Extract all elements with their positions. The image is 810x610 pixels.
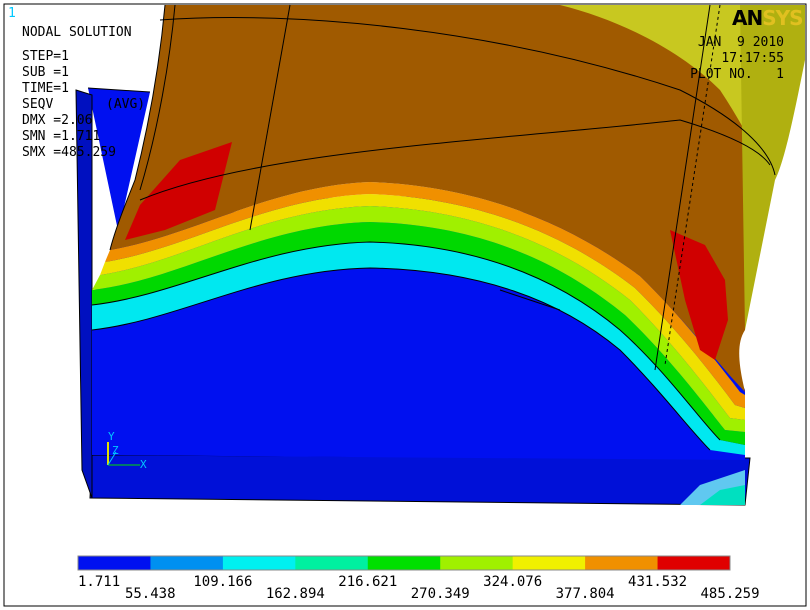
info-plot-no: PLOT NO. 1 xyxy=(690,67,784,82)
header-step: STEP=1 xyxy=(22,49,69,64)
triad-x-label: X xyxy=(140,458,147,471)
header-smn: SMN =1.711 xyxy=(22,129,101,144)
legend-swatch xyxy=(367,556,441,570)
header-time: TIME=1 xyxy=(22,81,69,96)
base-plate-front xyxy=(89,454,751,506)
legend-swatch xyxy=(150,556,224,570)
header-smx: SMX =485.259 xyxy=(22,145,116,160)
legend-value: 324.076 xyxy=(483,574,543,590)
legend-value: 216.621 xyxy=(338,574,398,590)
legend-value: 485.259 xyxy=(700,586,760,602)
legend-value: 109.166 xyxy=(193,574,253,590)
legend-value: 431.532 xyxy=(628,574,688,590)
ansys-logo: ANSYS xyxy=(732,6,804,30)
header-title: NODAL SOLUTION xyxy=(22,25,132,40)
legend-bar xyxy=(78,556,731,570)
triad-y-label: Y xyxy=(108,430,115,443)
legend-swatch xyxy=(440,556,514,570)
header-avg: (AVG) xyxy=(106,97,146,112)
info-date: JAN 9 2010 xyxy=(697,35,784,50)
header-dmx: DMX =2.06 xyxy=(22,113,93,128)
legend-swatch xyxy=(222,556,296,570)
legend-swatch xyxy=(295,556,369,570)
triad-z-label: Z xyxy=(112,444,119,457)
legend-swatch xyxy=(512,556,586,570)
legend-swatch xyxy=(585,556,659,570)
window-number: 1 xyxy=(8,6,16,21)
legend-value: 1.711 xyxy=(78,574,121,590)
header-seqv: SEQV xyxy=(22,97,54,112)
legend-swatch xyxy=(657,556,731,570)
legend-value: 377.804 xyxy=(555,586,615,602)
header-sub: SUB =1 xyxy=(22,65,69,80)
contour-plot xyxy=(3,3,807,607)
legend-value: 162.894 xyxy=(265,586,325,602)
legend-value: 270.349 xyxy=(410,586,470,602)
legend-swatch xyxy=(78,556,151,570)
info-time: 17:17:55 xyxy=(721,51,784,66)
legend-value: 55.438 xyxy=(124,586,176,602)
